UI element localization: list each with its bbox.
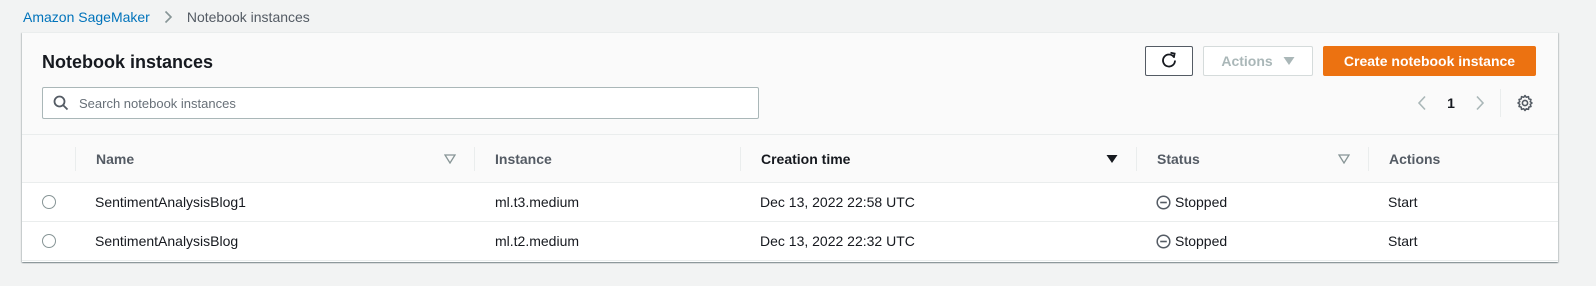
column-divider: [1368, 147, 1369, 171]
column-divider: [75, 147, 76, 171]
table-row: SentimentAnalysisBlog ml.t2.medium Dec 1…: [22, 222, 1558, 261]
refresh-icon: [1160, 51, 1178, 72]
sort-descending-icon[interactable]: [1105, 152, 1119, 166]
notebook-instances-panel: Notebook instances Actions Create notebo…: [22, 32, 1558, 262]
status-text: Stopped: [1175, 194, 1228, 210]
status-cell: Stopped: [1156, 183, 1227, 221]
status-text: Stopped: [1175, 233, 1228, 249]
row-select-radio[interactable]: [42, 234, 56, 248]
status-cell: Stopped: [1156, 222, 1227, 260]
column-header-creation-time[interactable]: Creation time: [761, 135, 850, 183]
start-link[interactable]: Start: [1388, 183, 1418, 221]
previous-page-icon[interactable]: [1410, 95, 1434, 111]
instance-type: ml.t2.medium: [495, 233, 580, 249]
search-icon: [43, 95, 79, 111]
creation-time: Dec 13, 2022 22:32 UTC: [760, 233, 915, 249]
column-header-status[interactable]: Status: [1157, 135, 1200, 183]
search-field[interactable]: [42, 87, 759, 119]
caret-down-icon: [1283, 53, 1295, 69]
next-page-icon[interactable]: [1468, 95, 1492, 111]
pagination-divider: [1500, 89, 1501, 117]
column-header-name[interactable]: Name: [96, 135, 134, 183]
instance-name-link[interactable]: SentimentAnalysisBlog1: [95, 183, 246, 221]
creation-time: Dec 13, 2022 22:58 UTC: [760, 194, 915, 210]
actions-label: Actions: [1221, 53, 1273, 69]
sort-icon-name[interactable]: [443, 152, 457, 166]
start-link[interactable]: Start: [1388, 222, 1418, 260]
column-divider: [1136, 147, 1137, 171]
column-divider: [474, 147, 475, 171]
panel-header: Notebook instances Actions Create notebo…: [22, 33, 1558, 135]
table-row: SentimentAnalysisBlog1 ml.t3.medium Dec …: [22, 183, 1558, 222]
column-header-instance[interactable]: Instance: [495, 135, 552, 183]
column-divider: [740, 147, 741, 171]
sort-icon-status[interactable]: [1337, 152, 1351, 166]
create-notebook-instance-button[interactable]: Create notebook instance: [1323, 46, 1536, 76]
table-header: Name Instance Creation time Status Actio…: [22, 135, 1558, 183]
panel-title: Notebook instances: [42, 52, 214, 72]
stopped-status-icon: [1156, 233, 1171, 249]
search-input[interactable]: [79, 88, 758, 118]
breadcrumb-link-sagemaker[interactable]: Amazon SageMaker: [23, 9, 150, 25]
pagination: 1: [1410, 89, 1492, 117]
settings-gear-icon[interactable]: [1513, 91, 1537, 115]
instance-type: ml.t3.medium: [495, 194, 580, 210]
breadcrumb: Amazon SageMaker Notebook instances: [23, 8, 310, 26]
refresh-button[interactable]: [1145, 46, 1193, 76]
stopped-status-icon: [1156, 194, 1171, 210]
column-header-actions: Actions: [1389, 151, 1441, 167]
chevron-right-icon: [164, 10, 173, 24]
page-number[interactable]: 1: [1434, 95, 1468, 111]
breadcrumb-current: Notebook instances: [186, 9, 310, 25]
instance-name-link[interactable]: SentimentAnalysisBlog: [95, 222, 238, 260]
row-select-radio[interactable]: [42, 195, 56, 209]
actions-dropdown-button[interactable]: Actions: [1203, 46, 1313, 76]
